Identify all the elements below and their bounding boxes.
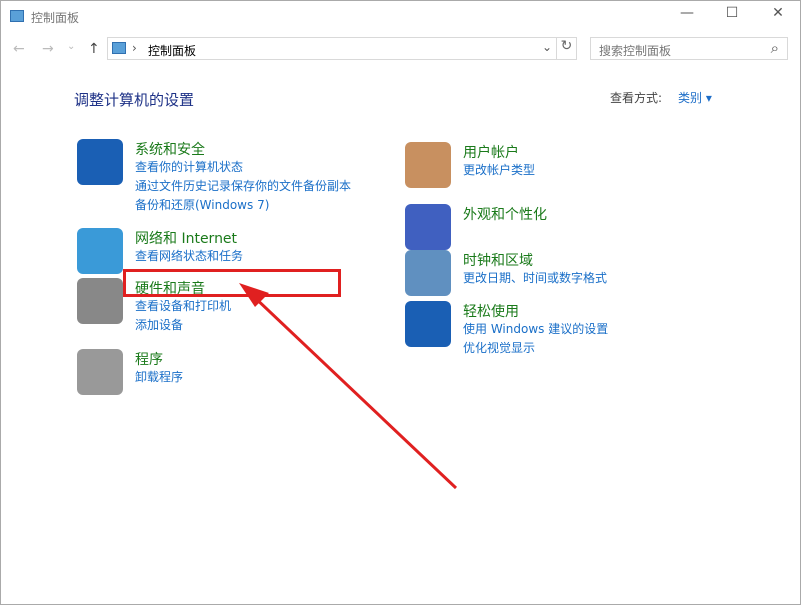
- annotation-arrow: [239, 283, 458, 490]
